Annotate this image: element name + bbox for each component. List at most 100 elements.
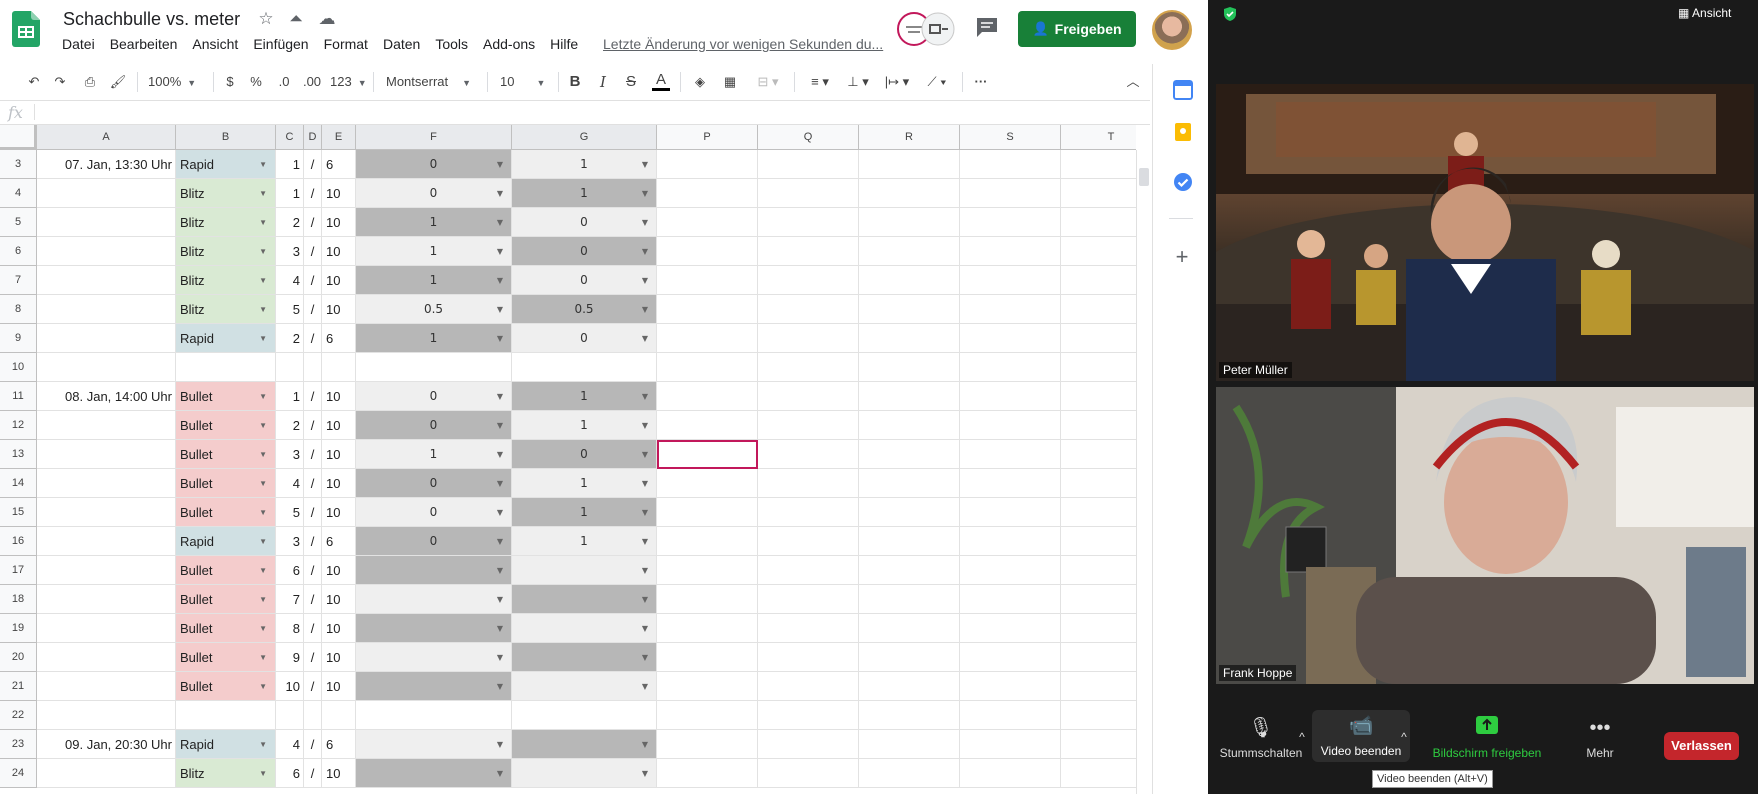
empty-cell[interactable]: [960, 614, 1061, 643]
date-cell[interactable]: [37, 179, 176, 208]
game-total-cell[interactable]: 6: [322, 150, 356, 179]
dropdown-arrow-icon[interactable]: ▼: [642, 585, 648, 613]
dropdown-arrow-icon[interactable]: ▼: [259, 382, 267, 410]
date-cell[interactable]: [37, 324, 176, 353]
column-header-d[interactable]: D: [304, 125, 322, 150]
dropdown-arrow-icon[interactable]: ▼: [259, 237, 267, 265]
dropdown-arrow-icon[interactable]: ▼: [642, 411, 648, 439]
dropdown-arrow-icon[interactable]: ▼: [259, 585, 267, 613]
dropdown-arrow-icon[interactable]: ▼: [497, 759, 503, 787]
row-header[interactable]: 23: [0, 730, 37, 759]
empty-cell[interactable]: [859, 730, 960, 759]
column-header-p[interactable]: P: [657, 125, 758, 150]
text-color-button[interactable]: A: [652, 71, 670, 91]
empty-cell[interactable]: [1061, 469, 1136, 498]
empty-cell[interactable]: [758, 701, 859, 730]
row-header[interactable]: 18: [0, 585, 37, 614]
row-header[interactable]: 4: [0, 179, 37, 208]
empty-cell[interactable]: [1061, 237, 1136, 266]
result-g-cell[interactable]: ▼: [512, 730, 657, 759]
increase-decimal-button[interactable]: .00: [300, 71, 324, 93]
empty-cell[interactable]: [960, 237, 1061, 266]
dropdown-arrow-icon[interactable]: ▼: [259, 150, 267, 178]
empty-cell[interactable]: [657, 701, 758, 730]
mode-cell[interactable]: Bullet ▼: [176, 411, 276, 440]
dropdown-arrow-icon[interactable]: ▼: [642, 440, 648, 468]
row-header[interactable]: 24: [0, 759, 37, 788]
empty-cell[interactable]: [960, 759, 1061, 788]
result-f-cell[interactable]: 1 ▼: [356, 440, 512, 469]
separator-cell[interactable]: /: [304, 527, 322, 556]
mode-cell[interactable]: Bullet ▼: [176, 585, 276, 614]
dropdown-arrow-icon[interactable]: ▼: [642, 730, 648, 758]
empty-cell[interactable]: [859, 614, 960, 643]
leave-meeting-button[interactable]: Verlassen: [1664, 732, 1739, 760]
empty-cell[interactable]: [758, 179, 859, 208]
dropdown-arrow-icon[interactable]: ▼: [259, 208, 267, 236]
participant-video-1[interactable]: Peter Müller: [1216, 84, 1754, 381]
game-total-cell[interactable]: 10: [322, 759, 356, 788]
mode-cell[interactable]: Bullet ▼: [176, 556, 276, 585]
date-cell[interactable]: [37, 237, 176, 266]
dropdown-arrow-icon[interactable]: ▼: [642, 382, 648, 410]
result-f-cell[interactable]: 0 ▼: [356, 179, 512, 208]
separator-cell[interactable]: /: [304, 498, 322, 527]
empty-cell[interactable]: [758, 759, 859, 788]
separator-cell[interactable]: /: [304, 382, 322, 411]
empty-cell[interactable]: [859, 469, 960, 498]
dropdown-arrow-icon[interactable]: ▼: [642, 672, 648, 700]
comment-icon[interactable]: [975, 16, 999, 38]
column-header-g[interactable]: G: [512, 125, 657, 150]
empty-cell[interactable]: [960, 179, 1061, 208]
game-total-cell[interactable]: 10: [322, 643, 356, 672]
vertical-scrollbar[interactable]: [1136, 150, 1150, 794]
undo-icon[interactable]: ↶: [24, 71, 44, 93]
game-number-cell[interactable]: 1: [276, 179, 304, 208]
game-total-cell[interactable]: 10: [322, 237, 356, 266]
mode-cell[interactable]: Bullet ▼: [176, 440, 276, 469]
empty-cell[interactable]: [1061, 527, 1136, 556]
dropdown-arrow-icon[interactable]: ▼: [497, 556, 503, 584]
dropdown-arrow-icon[interactable]: ▼: [497, 208, 503, 236]
row-header[interactable]: 14: [0, 469, 37, 498]
dropdown-arrow-icon[interactable]: ▼: [642, 759, 648, 787]
game-total-cell[interactable]: 10: [322, 498, 356, 527]
empty-cell[interactable]: [960, 324, 1061, 353]
result-f-cell[interactable]: ▼: [356, 759, 512, 788]
mode-cell[interactable]: [176, 701, 276, 730]
row-header[interactable]: 20: [0, 643, 37, 672]
dropdown-arrow-icon[interactable]: ▼: [259, 266, 267, 294]
empty-cell[interactable]: [859, 208, 960, 237]
active-cell-selection[interactable]: [657, 440, 758, 469]
mode-cell[interactable]: Rapid ▼: [176, 527, 276, 556]
column-header-e[interactable]: E: [322, 125, 356, 150]
empty-cell[interactable]: [960, 295, 1061, 324]
dropdown-arrow-icon[interactable]: ▼: [642, 498, 648, 526]
mode-cell[interactable]: Bullet ▼: [176, 382, 276, 411]
result-g-cell[interactable]: 0 ▼: [512, 237, 657, 266]
result-g-cell[interactable]: ▼: [512, 556, 657, 585]
result-f-cell[interactable]: 0 ▼: [356, 411, 512, 440]
result-f-cell[interactable]: [356, 353, 512, 382]
empty-cell[interactable]: [657, 556, 758, 585]
menu-format[interactable]: Format: [324, 36, 368, 52]
mode-cell[interactable]: Bullet ▼: [176, 498, 276, 527]
date-cell[interactable]: [37, 672, 176, 701]
audio-options-chevron-icon[interactable]: ^: [1292, 730, 1312, 744]
row-header[interactable]: 13: [0, 440, 37, 469]
dropdown-arrow-icon[interactable]: ▼: [642, 150, 648, 178]
separator-cell[interactable]: [304, 353, 322, 382]
dropdown-arrow-icon[interactable]: ▼: [497, 527, 503, 555]
result-f-cell[interactable]: 0 ▼: [356, 469, 512, 498]
separator-cell[interactable]: /: [304, 150, 322, 179]
mode-cell[interactable]: Bullet ▼: [176, 614, 276, 643]
font-size-select[interactable]: 10 ▼: [500, 71, 552, 93]
dropdown-arrow-icon[interactable]: ▼: [642, 179, 648, 207]
empty-cell[interactable]: [657, 614, 758, 643]
column-header-t[interactable]: T: [1061, 125, 1136, 150]
dropdown-arrow-icon[interactable]: ▼: [259, 672, 267, 700]
menu-hilfe[interactable]: Hilfe: [550, 36, 578, 52]
scrollbar-thumb[interactable]: [1139, 168, 1149, 186]
print-icon[interactable]: ⎙: [80, 71, 100, 93]
empty-cell[interactable]: [758, 440, 859, 469]
